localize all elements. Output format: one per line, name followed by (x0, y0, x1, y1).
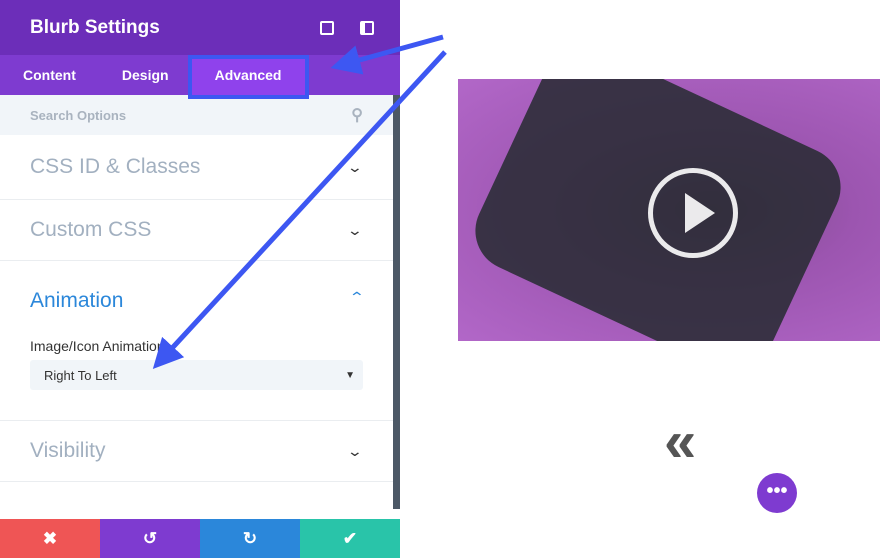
redo-icon: ↻ (242, 528, 258, 548)
close-icon: ✖ (42, 528, 58, 548)
panel-title: Blurb Settings (30, 16, 160, 38)
tab-advanced[interactable]: Advanced (187, 55, 309, 99)
section-title: CSS ID & Classes (30, 155, 201, 178)
section-title: Animation (30, 289, 124, 312)
panel-header: Blurb Settings (0, 0, 400, 55)
action-bar: ✖ ↺ ↻ ✔ (0, 519, 400, 558)
caret-down-icon: ▼ (345, 369, 355, 381)
search-icon: ⚲ (351, 107, 363, 124)
chevron-down-icon: ⌄ (346, 158, 364, 175)
section-animation-header[interactable]: Animation ⌃ (30, 289, 366, 313)
section-title: Visibility (30, 439, 106, 462)
fullscreen-icon[interactable] (320, 20, 334, 35)
tab-content[interactable]: Content (0, 55, 99, 95)
animation-select[interactable]: Right To Left ▼ (30, 360, 363, 390)
select-value: Right To Left (44, 367, 117, 383)
section-css-id[interactable]: CSS ID & Classes ⌄ (0, 135, 393, 200)
section-visibility[interactable]: Visibility ⌄ (0, 421, 393, 482)
scrollbar[interactable] (393, 95, 400, 509)
section-custom-css[interactable]: Custom CSS ⌄ (0, 200, 393, 261)
section-title: Custom CSS (30, 218, 152, 241)
search-placeholder: Search Options (30, 107, 127, 123)
close-button[interactable]: ✖ (0, 519, 100, 558)
check-icon: ✔ (342, 528, 358, 548)
double-chevron-left-icon: « (664, 409, 696, 474)
chevron-down-icon: ⌄ (346, 442, 364, 459)
undo-button[interactable]: ↺ (100, 519, 200, 558)
tab-bar: Content Design Advanced (0, 55, 400, 99)
video-thumbnail[interactable] (458, 79, 880, 341)
more-options-button[interactable]: ••• (757, 473, 797, 513)
search-input[interactable]: Search Options ⚲ (0, 95, 393, 135)
chevron-up-icon: ⌃ (348, 289, 366, 305)
chevron-down-icon: ⌄ (346, 221, 364, 238)
field-label: Image/Icon Animation (30, 338, 165, 354)
redo-button[interactable]: ↻ (200, 519, 300, 558)
section-animation: Animation ⌃ Image/Icon Animation Right To… (0, 261, 393, 421)
tab-design[interactable]: Design (99, 55, 192, 95)
undo-icon: ↺ (142, 528, 158, 548)
settings-panel: Blurb Settings Content Design Advanced S… (0, 0, 400, 558)
save-button[interactable]: ✔ (300, 519, 400, 558)
play-icon[interactable] (648, 168, 738, 258)
sidebar-layout-icon[interactable] (360, 20, 374, 35)
